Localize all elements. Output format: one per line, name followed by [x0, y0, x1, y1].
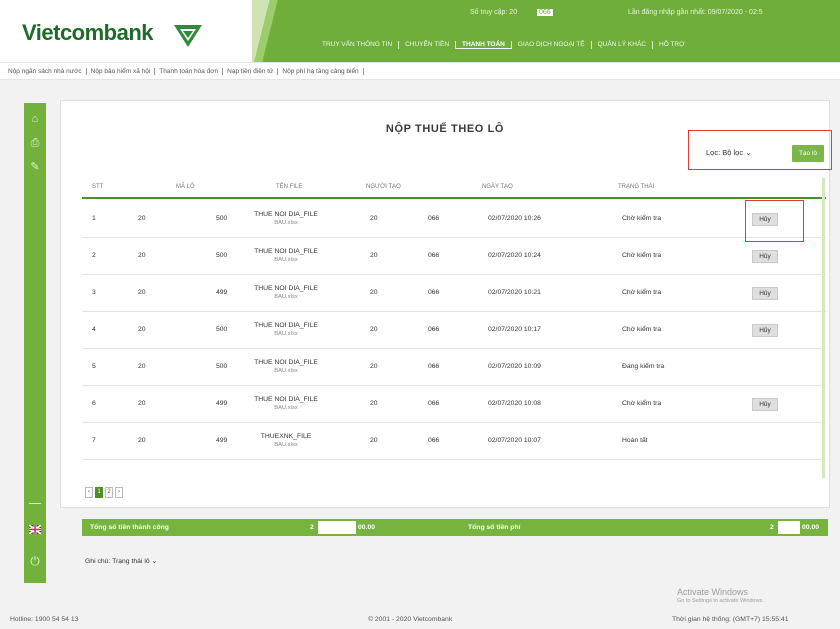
hotline: Hotline: 1900 54 54 13 — [10, 616, 79, 623]
menu-item-quan-ly[interactable]: QUẢN LÝ KHÁC — [592, 41, 653, 49]
create-batch-button[interactable]: Tạo lô — [792, 145, 824, 162]
sub-menu: Nộp ngân sách nhà nước Nộp bảo hiểm xã h… — [0, 62, 840, 80]
filter-select[interactable]: Lọc: Bộ lọc ⌄ — [706, 148, 752, 157]
pagination: ‹ 1 2 › — [85, 487, 123, 498]
total-amount-mask — [318, 521, 356, 534]
footer: Hotline: 1900 54 54 13 © 2001 - 2020 Vie… — [0, 611, 840, 629]
menu-item-ho-tro[interactable]: HỖ TRỢ — [653, 41, 691, 49]
menu-item-ngoai-te[interactable]: GIAO DỊCH NGOẠI TỆ — [512, 41, 592, 49]
home-icon[interactable]: ⌂ — [27, 111, 43, 127]
col-ten-file: TÊN FILE — [276, 184, 303, 190]
last-login: Lần đăng nhập gần nhất: 09/07/2020 - 02:… — [628, 9, 763, 16]
power-icon[interactable]: ⏻ — [27, 553, 43, 569]
col-nguoi-tao: NGƯỜI TẠO — [366, 184, 401, 190]
vietcombank-logo[interactable]: Vietcombank — [22, 20, 154, 46]
batch-table: STT MÃ LÔ TÊN FILE NGƯỜI TẠO NGÀY TẠO TR… — [82, 175, 826, 460]
printer-icon[interactable]: ⎙ — [27, 135, 43, 151]
sidebar: ⌂ ⎙ ✎ ⏻ — [24, 103, 46, 583]
cancel-button[interactable]: Hủy — [752, 250, 778, 263]
header-band: Số truy cập: 20 066 Lần đăng nhập gần nh… — [252, 0, 840, 62]
submenu-ngan-sach[interactable]: Nộp ngân sách nhà nước — [4, 67, 87, 75]
cancel-button[interactable]: Hủy — [752, 287, 778, 300]
status-note[interactable]: Ghi chú: Trạng thái lô ⌄ — [85, 557, 157, 565]
table-scrollbar[interactable] — [822, 178, 825, 478]
vietcombank-logo-mark-icon — [174, 25, 202, 47]
main-menu: TRUY VẤN THÔNG TIN CHUYỂN TIỀN THANH TOÁ… — [316, 41, 691, 49]
highlight-box-cancel — [745, 200, 804, 242]
table-row[interactable]: 5 20 500 THUE NOI DIA_FILE BAU.xlsx 20 06… — [82, 349, 826, 386]
table-row[interactable]: 7 20 499 THUEXNK_FILE BAU.xlsx 20 066 02/… — [82, 423, 826, 460]
table-row[interactable]: 3 20 499 THUE NOI DIA_FILE BAU.xlsx 20 06… — [82, 275, 826, 312]
table-header: STT MÃ LÔ TÊN FILE NGƯỜI TẠO NGÀY TẠO TR… — [82, 175, 826, 199]
total-amount-label: Tổng số tiền thành công — [90, 524, 169, 531]
table-row[interactable]: 1 20 500 THUE NOI DIA_FILE BAU.xlsx 20 06… — [82, 201, 826, 238]
total-fee-mask — [778, 521, 800, 534]
menu-item-chuyen-tien[interactable]: CHUYỂN TIỀN — [399, 41, 457, 49]
chevron-down-icon: ⌄ — [745, 148, 752, 157]
activate-windows-watermark: Activate Windows Go to Settings to activ… — [677, 587, 764, 604]
copyright: © 2001 - 2020 Vietcombank — [368, 616, 453, 623]
page-button-2[interactable]: 2 — [105, 487, 113, 498]
total-fee-suffix: 00.00 — [802, 524, 820, 531]
login-count-masked: 066 — [537, 9, 553, 16]
submenu-hoa-don[interactable]: Thanh toán hóa đơn — [155, 67, 224, 75]
prev-page-button[interactable]: ‹ — [85, 487, 93, 498]
menu-item-truy-van[interactable]: TRUY VẤN THÔNG TIN — [316, 41, 400, 49]
total-amount-suffix: 00.00 — [358, 524, 376, 531]
cancel-button[interactable]: Hủy — [752, 398, 778, 411]
table-row[interactable]: 4 20 500 THUE NOI DIA_FILE BAU.xlsx 20 06… — [82, 312, 826, 349]
submenu-nap-tien[interactable]: Nạp tiền điện tử — [223, 67, 279, 75]
submenu-cang-bien[interactable]: Nộp phí hạ tầng cảng biển — [278, 67, 364, 75]
menu-item-thanh-toan[interactable]: THANH TOÁN — [456, 41, 512, 49]
col-trang-thai: TRẠNG THÁI — [618, 184, 655, 190]
header: Vietcombank Số truy cập: 20 066 Lần đăng… — [0, 0, 840, 62]
table-row[interactable]: 2 20 500 THUE NOI DIA_FILE BAU.xlsx 20 06… — [82, 238, 826, 275]
cancel-button[interactable]: Hủy — [752, 324, 778, 337]
uk-flag-icon[interactable] — [27, 523, 43, 539]
total-fee-prefix: 2 — [770, 524, 774, 531]
col-ngay-tao: NGÀY TẠO — [482, 184, 513, 190]
total-fee-label: Tổng số tiền phí — [468, 524, 521, 531]
submenu-bhxh[interactable]: Nộp bảo hiểm xã hội — [87, 67, 156, 75]
col-ma-lo: MÃ LÔ — [176, 184, 195, 190]
next-page-button[interactable]: › — [115, 487, 123, 498]
table-row[interactable]: 6 20 499 THUE NOI DIA_FILE BAU.xlsx 20 06… — [82, 386, 826, 423]
total-amount-prefix: 2 — [310, 524, 314, 531]
totals-bar: Tổng số tiền thành công 2 00.00 Tổng số … — [82, 519, 828, 536]
page-button-1[interactable]: 1 — [95, 487, 103, 498]
system-time: Thời gian hệ thống: (GMT+7) 15:55:41 — [672, 616, 789, 623]
chevron-down-icon: ⌄ — [151, 558, 158, 565]
leaf-icon[interactable]: ✎ — [27, 159, 43, 175]
login-count: Số truy cập: 20 — [470, 9, 518, 16]
col-stt: STT — [92, 184, 104, 190]
